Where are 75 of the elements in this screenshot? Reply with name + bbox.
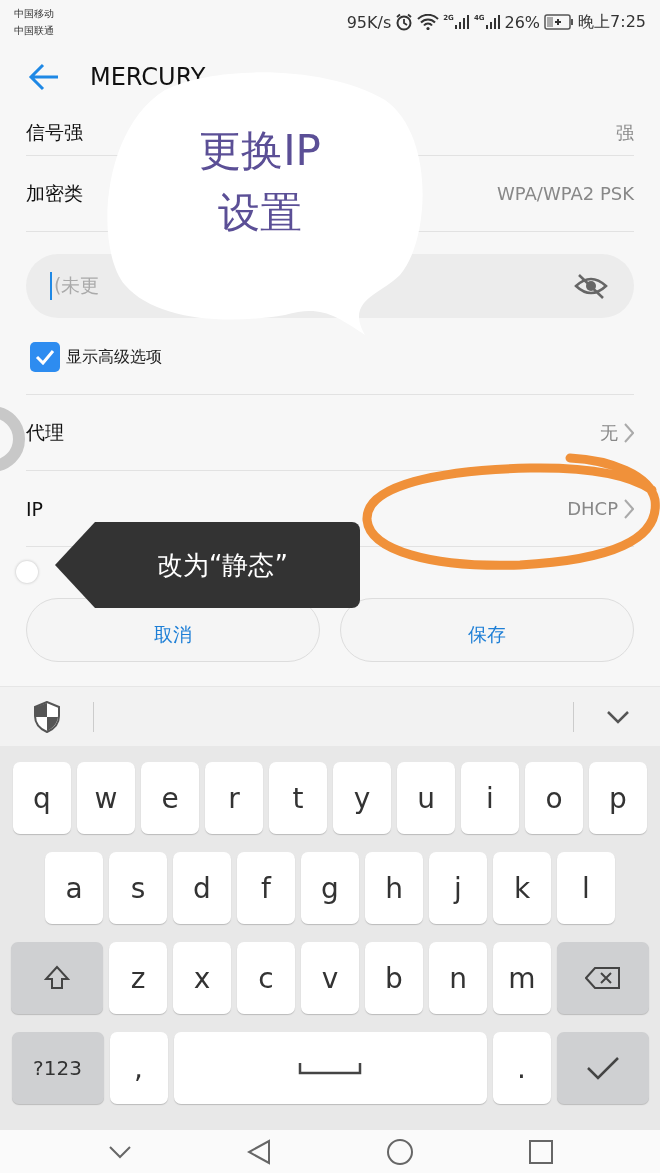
- key[interactable]: r: [205, 762, 263, 834]
- space-bar-icon: [298, 1061, 362, 1075]
- backspace-icon: [585, 966, 621, 990]
- chevron-down-icon[interactable]: [606, 709, 630, 724]
- key[interactable]: b: [365, 942, 423, 1014]
- key[interactable]: i: [461, 762, 519, 834]
- row-label: IP: [26, 497, 44, 520]
- up-arrow-icon: [44, 965, 70, 991]
- key[interactable]: j: [429, 852, 487, 924]
- bubble-text: 设置: [218, 187, 302, 239]
- key[interactable]: n: [429, 942, 487, 1014]
- signal-bars-icon: [484, 14, 501, 30]
- info-value: WPA/WPA2 PSK: [497, 183, 634, 204]
- key[interactable]: f: [237, 852, 295, 924]
- eye-slash-icon[interactable]: [574, 272, 608, 300]
- checkbox[interactable]: [30, 342, 60, 372]
- key[interactable]: k: [493, 852, 551, 924]
- back-triangle-icon[interactable]: [246, 1138, 271, 1165]
- chevron-right-icon: [624, 422, 634, 443]
- dot-marker: [16, 561, 38, 583]
- info-value: 强: [616, 120, 634, 145]
- key[interactable]: x: [173, 942, 231, 1014]
- checkbox-label: 显示高级选项: [66, 346, 162, 368]
- symbols-key[interactable]: ?123: [11, 1032, 104, 1104]
- key[interactable]: ,: [109, 1032, 168, 1104]
- key[interactable]: v: [301, 942, 359, 1014]
- key[interactable]: h: [365, 852, 423, 924]
- info-label: 加密类: [26, 180, 83, 206]
- bubble-text: 更换IP: [199, 125, 321, 177]
- placeholder-text: (未更: [54, 273, 100, 298]
- battery-percent: 26%: [504, 12, 541, 32]
- key[interactable]: s: [109, 852, 167, 924]
- chevron-down-icon[interactable]: [107, 1144, 132, 1159]
- key[interactable]: .: [492, 1032, 551, 1104]
- clock-time: 晚上7:25: [578, 11, 646, 33]
- key[interactable]: c: [237, 942, 295, 1014]
- key[interactable]: w: [77, 762, 135, 834]
- key[interactable]: o: [525, 762, 583, 834]
- info-label: 信号强: [26, 119, 83, 145]
- battery-charging-icon: [544, 14, 575, 30]
- form-button[interactable]: 保存: [340, 598, 634, 662]
- checkmark-icon: [585, 1055, 620, 1081]
- tooltip: 改为“静态”: [55, 522, 360, 608]
- backspace-key[interactable]: [557, 942, 649, 1014]
- checkmark-icon: [35, 349, 55, 365]
- network-title: MERCURY: [90, 63, 206, 91]
- key[interactable]: d: [173, 852, 231, 924]
- carrier-name: 中国联通: [14, 24, 54, 38]
- shift-key[interactable]: [11, 942, 103, 1014]
- recents-square-icon[interactable]: [528, 1139, 553, 1164]
- key[interactable]: z: [109, 942, 167, 1014]
- key[interactable]: e: [141, 762, 199, 834]
- row-value: DHCP: [567, 498, 618, 519]
- key[interactable]: q: [13, 762, 71, 834]
- home-circle-icon[interactable]: [385, 1137, 414, 1166]
- alarm-clock-icon: [395, 13, 414, 31]
- key[interactable]: g: [301, 852, 359, 924]
- back-arrow-icon[interactable]: [28, 63, 60, 91]
- signal-bars-icon: [453, 14, 470, 30]
- row-label: 代理: [26, 419, 64, 445]
- settings-row[interactable]: 代理 无: [26, 394, 634, 471]
- wifi-icon: [417, 14, 440, 30]
- key[interactable]: m: [493, 942, 551, 1014]
- network-speed: 95K/s: [346, 12, 392, 32]
- key[interactable]: y: [333, 762, 391, 834]
- key[interactable]: a: [45, 852, 103, 924]
- chevron-right-icon: [624, 498, 634, 519]
- key[interactable]: l: [557, 852, 615, 924]
- key[interactable]: u: [397, 762, 455, 834]
- row-value: 无: [600, 420, 618, 445]
- carrier-name: 中国移动: [14, 7, 54, 21]
- key[interactable]: t: [269, 762, 327, 834]
- key[interactable]: p: [589, 762, 647, 834]
- text-cursor: [50, 272, 52, 300]
- shield-icon[interactable]: [33, 700, 61, 733]
